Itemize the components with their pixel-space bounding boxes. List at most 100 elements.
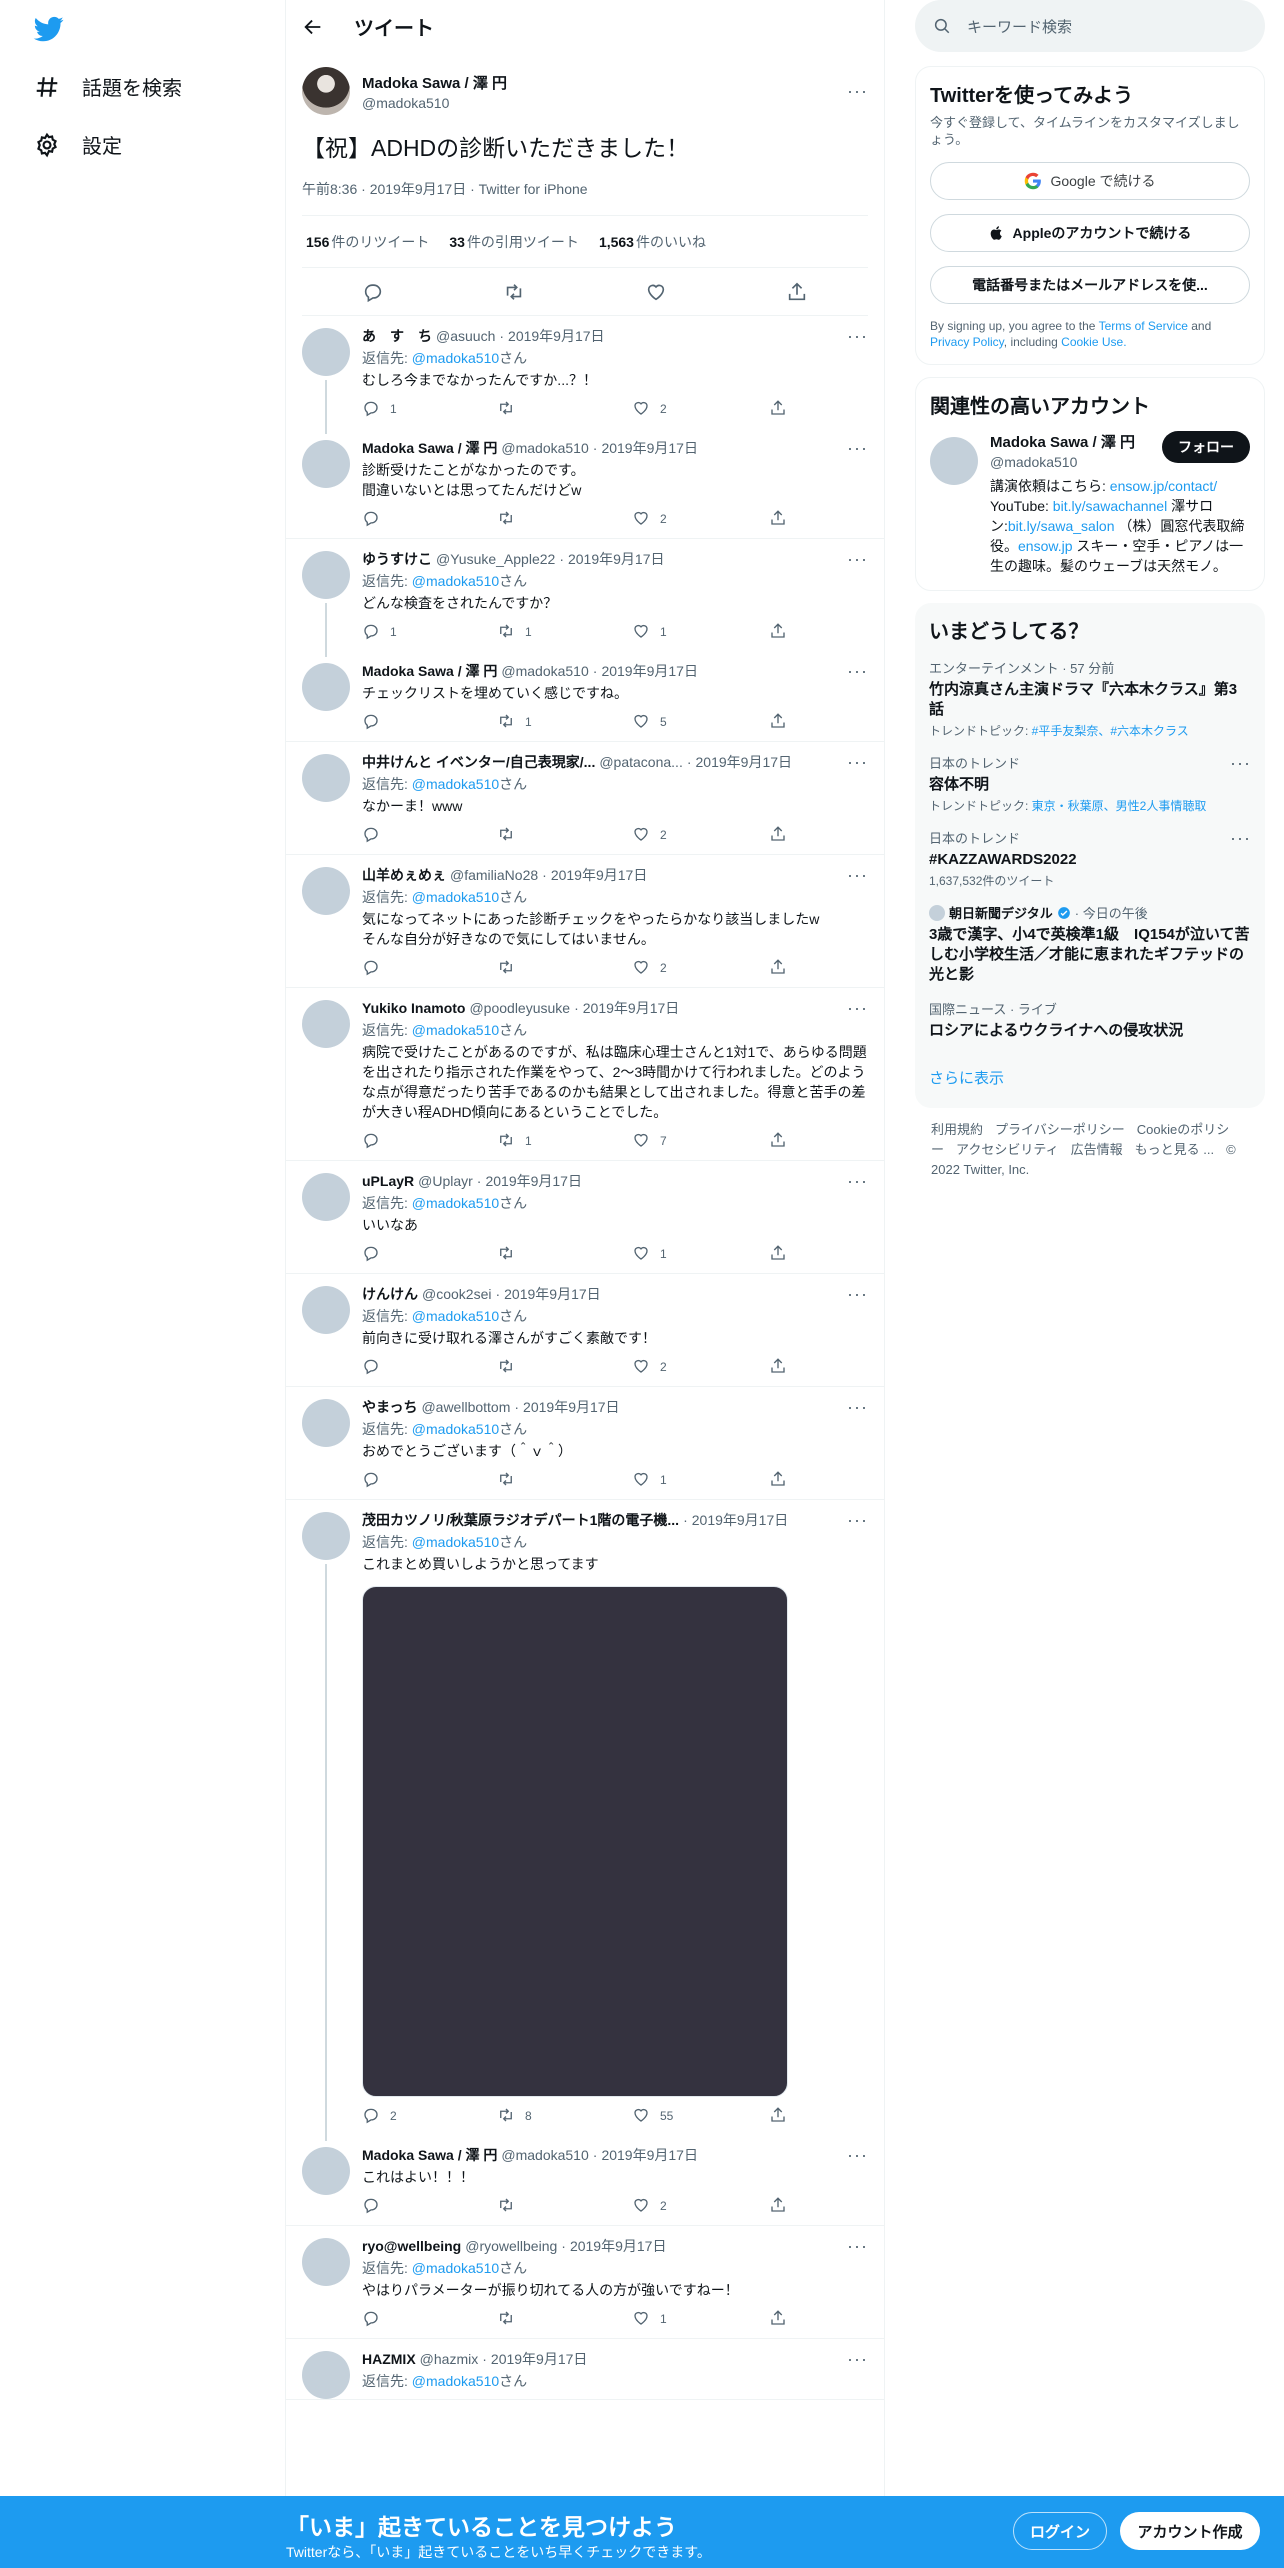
reply-date[interactable]: 2019年9月17日: [593, 438, 698, 458]
cookie-link[interactable]: Cookie Use.: [1061, 335, 1126, 349]
reply-to-link[interactable]: @madoka510: [412, 2373, 499, 2389]
apple-signup-button[interactable]: Appleのアカウントで続ける: [930, 214, 1250, 252]
retweet-button[interactable]: [497, 1357, 632, 1378]
reply-icon[interactable]: [362, 281, 384, 303]
like-button[interactable]: 55: [632, 2106, 767, 2127]
reply-author-name[interactable]: Madoka Sawa / 澤 円: [362, 661, 497, 681]
reply-author-name[interactable]: けんけん: [362, 1284, 418, 1304]
avatar[interactable]: [302, 2351, 350, 2399]
retweet-button[interactable]: [497, 958, 632, 979]
retweet-button[interactable]: 1: [497, 712, 632, 733]
like-button[interactable]: 1: [632, 622, 767, 643]
more-options-icon[interactable]: ···: [847, 438, 868, 459]
avatar[interactable]: [302, 2238, 350, 2286]
reply-author-handle[interactable]: @cook2sei: [422, 1286, 491, 1302]
reply-to-link[interactable]: @madoka510: [412, 1195, 499, 1211]
reply-tweet[interactable]: uPLayR@Uplayr2019年9月17日 ··· 返信先: @madoka51…: [286, 1161, 884, 1274]
more-options-icon[interactable]: ···: [1230, 828, 1251, 849]
reply-author-name[interactable]: あ す ち: [362, 326, 432, 346]
avatar[interactable]: [302, 551, 350, 599]
terms-link[interactable]: Terms of Service: [1099, 319, 1188, 333]
reply-button[interactable]: [362, 1470, 497, 1491]
nav-explore[interactable]: 話題を検索: [34, 72, 182, 101]
share-button[interactable]: [769, 2196, 787, 2217]
reply-button[interactable]: [362, 1357, 497, 1378]
reply-to-link[interactable]: @madoka510: [412, 1421, 499, 1437]
more-options-icon[interactable]: ···: [847, 1284, 868, 1305]
reply-date[interactable]: 2019年9月17日: [495, 1284, 601, 1304]
more-options-icon[interactable]: ···: [847, 661, 868, 682]
more-options-icon[interactable]: ···: [847, 326, 868, 347]
reply-tweet[interactable]: 茂田カツノリ/秋葉原ラジオデパート1階の電子機...2019年9月17日 ··· 返…: [286, 1500, 884, 2141]
share-button[interactable]: [769, 1470, 787, 1491]
reply-tweet[interactable]: あ す ち@asuuch2019年9月17日 ··· 返信先: @madoka510…: [286, 316, 884, 434]
reply-author-name[interactable]: Yukiko Inamoto: [362, 1000, 465, 1016]
retweet-button[interactable]: [497, 1244, 632, 1265]
google-signup-button[interactable]: Google で続ける: [930, 162, 1250, 200]
share-button[interactable]: [769, 958, 787, 979]
reply-date[interactable]: 2019年9月17日: [683, 1510, 789, 1530]
trend-topic-links[interactable]: 東京・秋葉原、男性2人事情聴取: [1032, 799, 1207, 813]
reply-date[interactable]: 2019年9月17日: [477, 1171, 582, 1191]
footer-link[interactable]: アクセシビリティ: [956, 1142, 1059, 1157]
reply-tweet[interactable]: Madoka Sawa / 澤 円@madoka510 2019年9月17日 ···…: [286, 2135, 884, 2226]
likes-stat[interactable]: 1,563 件のいいね: [599, 232, 706, 252]
reply-date[interactable]: 2019年9月17日: [514, 1397, 620, 1417]
more-options-icon[interactable]: ···: [1230, 753, 1251, 774]
reply-author-handle[interactable]: @awellbottom: [421, 1399, 510, 1415]
reply-tweet[interactable]: ryo@wellbeing@ryowellbeing2019年9月17日 ··· 返…: [286, 2226, 884, 2339]
share-icon[interactable]: [786, 281, 808, 303]
share-button[interactable]: [769, 2106, 787, 2127]
reply-tweet[interactable]: Yukiko Inamoto@poodleyusuke2019年9月17日 ···…: [286, 988, 884, 1161]
reply-date[interactable]: 2019年9月17日: [561, 2236, 667, 2256]
bio-link-site[interactable]: ensow.jp: [1018, 538, 1072, 554]
avatar[interactable]: [302, 328, 350, 376]
retweet-button[interactable]: [497, 1470, 632, 1491]
follow-button[interactable]: フォロー: [1162, 431, 1250, 463]
reply-to-link[interactable]: @madoka510: [412, 1308, 499, 1324]
trend-item[interactable]: 日本のトレンド ··· 容体不明 トレンドトピック: 東京・秋葉原、男性2人事情聴取: [929, 753, 1251, 814]
like-button[interactable]: 2: [632, 2196, 767, 2217]
reply-button[interactable]: [362, 509, 497, 530]
reply-author-name[interactable]: 茂田カツノリ/秋葉原ラジオデパート1階の電子機...: [362, 1510, 679, 1530]
reply-author-name[interactable]: HAZMIX: [362, 2351, 416, 2367]
reply-date[interactable]: 2019年9月17日: [574, 998, 680, 1018]
reply-author-handle[interactable]: @patacona...: [599, 754, 683, 770]
avatar[interactable]: [302, 754, 350, 802]
avatar[interactable]: [302, 1512, 350, 1560]
footer-link[interactable]: もっと見る ...: [1135, 1142, 1214, 1157]
nav-settings[interactable]: 設定: [34, 130, 122, 159]
bio-link-salon[interactable]: bit.ly/sawa_salon: [1008, 518, 1115, 534]
reply-button[interactable]: [362, 2309, 497, 2330]
reply-author-name[interactable]: 山羊めぇめぇ: [362, 865, 446, 885]
like-button[interactable]: 2: [632, 509, 767, 530]
reply-tweet[interactable]: ゆうすけこ@Yusuke_Apple222019年9月17日 ··· 返信先: @m…: [286, 539, 884, 657]
reply-author-name[interactable]: やまっち: [362, 1397, 417, 1417]
back-arrow-icon[interactable]: [302, 16, 324, 38]
like-button[interactable]: 7: [632, 1131, 767, 1152]
reply-date[interactable]: 2019年9月17日: [687, 752, 793, 772]
retweet-button[interactable]: 1: [497, 622, 632, 643]
search-input[interactable]: キーワード検索: [915, 0, 1265, 52]
retweet-button[interactable]: [497, 2309, 632, 2330]
reply-author-name[interactable]: Madoka Sawa / 澤 円: [362, 2145, 497, 2165]
more-options-icon[interactable]: ···: [847, 1397, 868, 1418]
avatar[interactable]: [302, 1399, 350, 1447]
more-options-icon[interactable]: ···: [847, 549, 868, 570]
retweet-icon[interactable]: [503, 281, 525, 303]
like-button[interactable]: 5: [632, 712, 767, 733]
avatar[interactable]: [302, 1286, 350, 1334]
avatar[interactable]: [302, 663, 350, 711]
related-handle[interactable]: @madoka510: [990, 454, 1135, 470]
more-options-icon[interactable]: ···: [847, 752, 868, 773]
reply-author-handle[interactable]: @hazmix: [420, 2351, 479, 2367]
trend-topic-links[interactable]: #平手友梨奈、#六本木クラス: [1032, 724, 1189, 738]
more-options-icon[interactable]: ···: [847, 2145, 868, 2166]
related-account[interactable]: Madoka Sawa / 澤 円 @madoka510 フォロー 講演依頼はこ…: [930, 431, 1250, 576]
reply-button[interactable]: [362, 2196, 497, 2217]
reply-author-handle[interactable]: @madoka510: [501, 663, 588, 679]
quotes-stat[interactable]: 33 件の引用ツイート: [449, 232, 579, 252]
reply-tweet[interactable]: Madoka Sawa / 澤 円@madoka510 2019年9月17日 ···…: [286, 651, 884, 742]
reply-author-handle[interactable]: @poodleyusuke: [469, 1000, 570, 1016]
avatar[interactable]: [930, 437, 978, 485]
